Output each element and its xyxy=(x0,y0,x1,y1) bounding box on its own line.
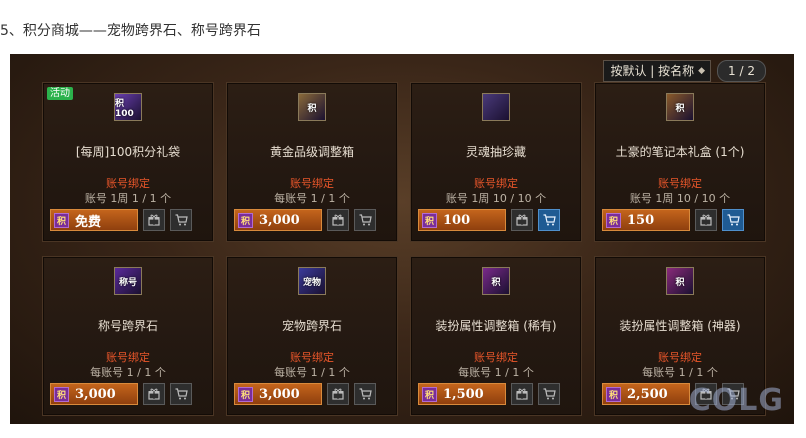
price-value: 免费 xyxy=(75,214,102,230)
item-icon[interactable]: 称号 xyxy=(114,267,142,295)
points-coin-icon: 积 xyxy=(606,386,621,402)
cart-icon[interactable] xyxy=(354,209,376,231)
gift-icon[interactable] xyxy=(327,383,349,405)
cart-icon[interactable] xyxy=(538,383,560,405)
price-button[interactable]: 积 3,000 xyxy=(234,209,322,231)
price-button[interactable]: 积 150 xyxy=(602,209,690,231)
bind-status: 账号绑定 xyxy=(106,351,150,364)
gift-icon[interactable] xyxy=(511,383,533,405)
gift-icon[interactable] xyxy=(695,209,717,231)
shop-item-card[interactable]: 积 土豪的笔记本礼盒 (1个) 账号绑定 账号 1周 10 / 10 个 积 1… xyxy=(594,82,766,242)
price-row: 积 免费 xyxy=(50,209,192,231)
purchase-limit: 每账号 1 / 1 个 xyxy=(642,366,718,379)
points-coin-icon: 积 xyxy=(422,386,437,402)
item-name: 灵魂抽珍藏 xyxy=(465,145,526,159)
bind-status: 账号绑定 xyxy=(106,177,150,190)
purchase-limit: 账号 1周 1 / 1 个 xyxy=(84,192,172,205)
shop-item-card[interactable]: 积 装扮属性调整箱 (稀有) 账号绑定 每账号 1 / 1 个 积 1,500 xyxy=(410,256,582,416)
bind-status: 账号绑定 xyxy=(658,177,702,190)
sort-label: 按默认 | 按名称 xyxy=(610,64,695,78)
item-icon[interactable]: 宠物 xyxy=(298,267,326,295)
purchase-limit: 账号 1周 10 / 10 个 xyxy=(445,192,547,205)
item-name: 称号跨界石 xyxy=(97,319,158,333)
gift-icon[interactable] xyxy=(327,209,349,231)
gift-icon[interactable] xyxy=(143,383,165,405)
purchase-limit: 每账号 1 / 1 个 xyxy=(90,366,166,379)
watermark-logo: COLG xyxy=(688,383,784,418)
cart-icon[interactable] xyxy=(170,209,192,231)
price-value: 1,500 xyxy=(443,386,484,402)
points-coin-icon: 积 xyxy=(54,386,69,402)
price-row: 积 3,000 xyxy=(234,383,376,405)
purchase-limit: 每账号 1 / 1 个 xyxy=(458,366,534,379)
price-row: 积 1,500 xyxy=(418,383,560,405)
price-button[interactable]: 积 3,000 xyxy=(50,383,138,405)
item-icon[interactable]: 积100 xyxy=(114,93,142,121)
item-icon[interactable]: 积 xyxy=(666,267,694,295)
bind-status: 账号绑定 xyxy=(290,177,334,190)
sort-bar: 按默认 | 按名称 ◆ 1 / 2 xyxy=(603,60,766,82)
item-name: [每周]100积分礼袋 xyxy=(75,145,181,159)
price-value: 150 xyxy=(627,212,655,228)
cart-icon[interactable] xyxy=(538,209,560,231)
page-indicator[interactable]: 1 / 2 xyxy=(717,60,766,82)
item-name: 装扮属性调整箱 (稀有) xyxy=(435,319,557,333)
price-value: 3,000 xyxy=(75,386,116,402)
shop-item-card[interactable]: 积 黄金品级调整箱 账号绑定 每账号 1 / 1 个 积 3,000 xyxy=(226,82,398,242)
price-button[interactable]: 积 免费 xyxy=(50,209,138,231)
bind-status: 账号绑定 xyxy=(658,351,702,364)
price-row: 积 3,000 xyxy=(234,209,376,231)
bind-status: 账号绑定 xyxy=(474,351,518,364)
price-button[interactable]: 积 3,000 xyxy=(234,383,322,405)
price-value: 3,000 xyxy=(259,212,300,228)
shop-item-card[interactable]: 灵魂抽珍藏 账号绑定 账号 1周 10 / 10 个 积 100 xyxy=(410,82,582,242)
cart-icon[interactable] xyxy=(170,383,192,405)
item-name: 宠物跨界石 xyxy=(281,319,342,333)
gift-icon[interactable] xyxy=(143,209,165,231)
item-icon[interactable]: 积 xyxy=(666,93,694,121)
price-button[interactable]: 积 2,500 xyxy=(602,383,690,405)
post-caption: 5、积分商城——宠物跨界石、称号跨界石 xyxy=(0,23,261,39)
price-value: 2,500 xyxy=(627,386,668,402)
points-coin-icon: 积 xyxy=(606,212,621,228)
points-coin-icon: 积 xyxy=(54,212,69,228)
item-icon[interactable]: 积 xyxy=(482,267,510,295)
item-name: 装扮属性调整箱 (神器) xyxy=(619,319,741,333)
points-coin-icon: 积 xyxy=(238,386,253,402)
points-shop-panel: 按默认 | 按名称 ◆ 1 / 2 活动 积100 [每周]100积分礼袋 账号… xyxy=(10,54,794,424)
price-button[interactable]: 积 1,500 xyxy=(418,383,506,405)
item-icon[interactable] xyxy=(482,93,510,121)
price-row: 积 3,000 xyxy=(50,383,192,405)
item-name: 土豪的笔记本礼盒 (1个) xyxy=(615,145,745,159)
gift-icon[interactable] xyxy=(511,209,533,231)
purchase-limit: 账号 1周 10 / 10 个 xyxy=(629,192,731,205)
price-button[interactable]: 积 100 xyxy=(418,209,506,231)
event-badge: 活动 xyxy=(47,87,73,100)
sort-dropdown[interactable]: 按默认 | 按名称 ◆ xyxy=(603,60,712,82)
shop-item-card[interactable]: 称号 称号跨界石 账号绑定 每账号 1 / 1 个 积 3,000 xyxy=(42,256,214,416)
item-icon[interactable]: 积 xyxy=(298,93,326,121)
item-name: 黄金品级调整箱 xyxy=(269,145,354,159)
points-coin-icon: 积 xyxy=(422,212,437,228)
bind-status: 账号绑定 xyxy=(474,177,518,190)
bind-status: 账号绑定 xyxy=(290,351,334,364)
shop-item-card[interactable]: 宠物 宠物跨界石 账号绑定 每账号 1 / 1 个 积 3,000 xyxy=(226,256,398,416)
cart-icon[interactable] xyxy=(722,209,744,231)
purchase-limit: 每账号 1 / 1 个 xyxy=(274,192,350,205)
points-coin-icon: 积 xyxy=(238,212,253,228)
price-value: 3,000 xyxy=(259,386,300,402)
purchase-limit: 每账号 1 / 1 个 xyxy=(274,366,350,379)
price-value: 100 xyxy=(443,212,471,228)
sort-arrow-icon: ◆ xyxy=(698,66,706,76)
cart-icon[interactable] xyxy=(354,383,376,405)
price-row: 积 100 xyxy=(418,209,560,231)
price-row: 积 150 xyxy=(602,209,744,231)
shop-item-card[interactable]: 活动 积100 [每周]100积分礼袋 账号绑定 账号 1周 1 / 1 个 积… xyxy=(42,82,214,242)
